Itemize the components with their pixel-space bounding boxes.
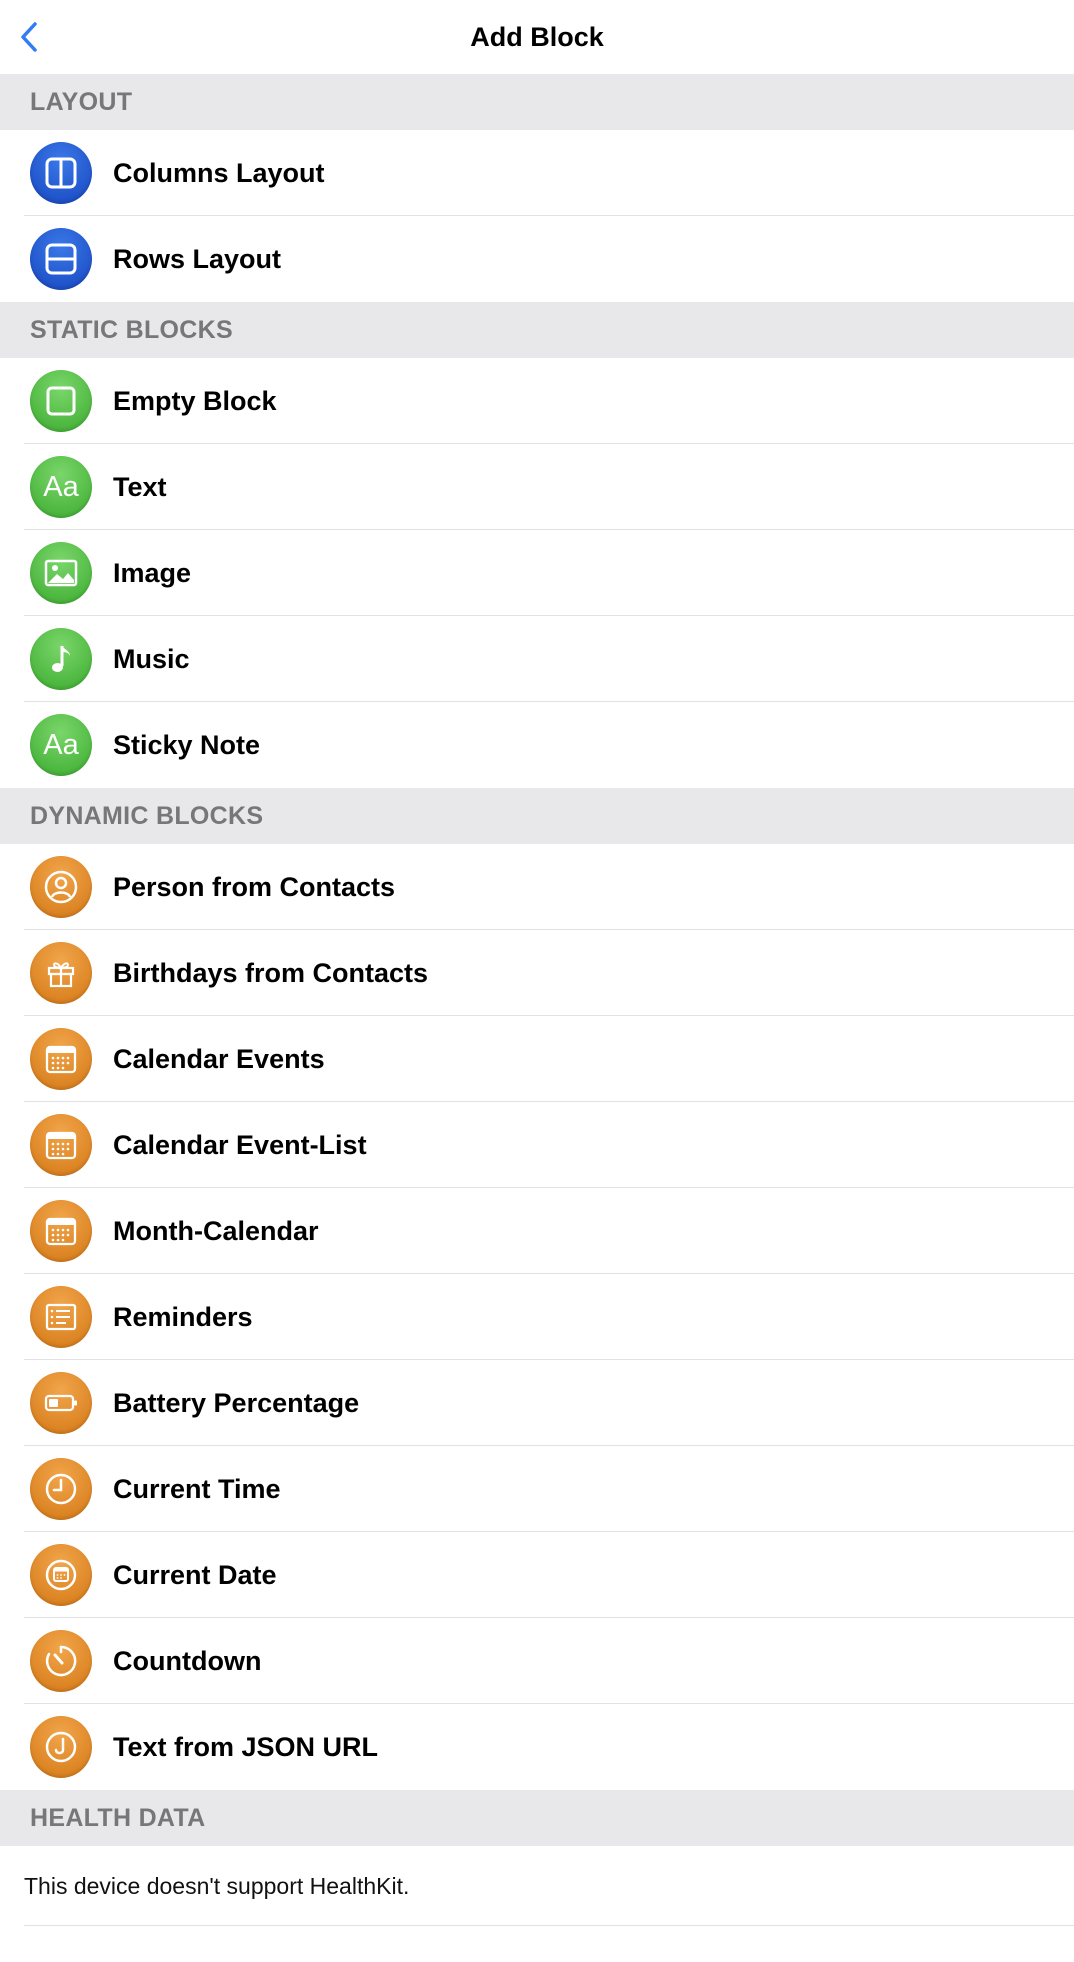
icon-glyph: Aa <box>43 728 79 761</box>
row-calendar-event-list[interactable]: Calendar Event-List <box>0 1102 1074 1188</box>
calendar-icon <box>30 1028 92 1090</box>
list-icon <box>30 1286 92 1348</box>
icon-glyph: Aa <box>43 470 79 503</box>
calendar-icon <box>30 1114 92 1176</box>
calendar-circle-icon <box>30 1544 92 1606</box>
row-label: Music <box>113 643 190 674</box>
row-label: Image <box>113 557 192 588</box>
section-header-layout: LAYOUT <box>0 74 1074 130</box>
row-current-date[interactable]: Current Date <box>0 1532 1074 1618</box>
row-label: Rows Layout <box>113 243 282 274</box>
timer-icon <box>30 1630 92 1692</box>
row-label: Empty Block <box>113 385 277 416</box>
person-circle-icon <box>30 856 92 918</box>
columns-layout-icon <box>30 142 92 204</box>
row-label: Reminders <box>113 1301 253 1332</box>
text-aa-icon: Aa <box>30 456 92 518</box>
section-header-dynamic-blocks: DYNAMIC BLOCKS <box>0 788 1074 844</box>
row-label: Text <box>113 471 167 502</box>
row-birthdays-from-contacts[interactable]: Birthdays from Contacts <box>0 930 1074 1016</box>
clock-icon <box>30 1458 92 1520</box>
row-person-from-contacts[interactable]: Person from Contacts <box>0 844 1074 930</box>
row-sticky-note[interactable]: Aa Sticky Note <box>0 702 1074 788</box>
row-label: Calendar Events <box>113 1043 325 1074</box>
calendar-icon <box>30 1200 92 1262</box>
row-label: Battery Percentage <box>113 1387 360 1418</box>
page-title: Add Block <box>470 21 604 52</box>
row-label: Calendar Event-List <box>113 1129 367 1160</box>
section-header-health-data: HEALTH DATA <box>0 1790 1074 1846</box>
row-label: Countdown <box>113 1645 262 1676</box>
row-label: Columns Layout <box>113 157 325 188</box>
battery-icon <box>30 1372 92 1434</box>
row-columns-layout[interactable]: Columns Layout <box>0 130 1074 216</box>
text-aa-icon: Aa <box>30 714 92 776</box>
nav-bar: Add Block <box>0 0 1074 74</box>
row-text-from-json-url[interactable]: Text from JSON URL <box>0 1704 1074 1790</box>
row-countdown[interactable]: Countdown <box>0 1618 1074 1704</box>
rows-layout-icon <box>30 228 92 290</box>
row-empty-block[interactable]: Empty Block <box>0 358 1074 444</box>
row-music[interactable]: Music <box>0 616 1074 702</box>
row-label: Sticky Note <box>113 729 261 760</box>
row-reminders[interactable]: Reminders <box>0 1274 1074 1360</box>
row-calendar-events[interactable]: Calendar Events <box>0 1016 1074 1102</box>
row-rows-layout[interactable]: Rows Layout <box>0 216 1074 302</box>
music-note-icon <box>30 628 92 690</box>
photo-icon <box>30 542 92 604</box>
healthkit-unsupported-note: This device doesn't support HealthKit. <box>0 1846 1074 1926</box>
row-label: Text from JSON URL <box>113 1731 379 1762</box>
row-label: Month-Calendar <box>113 1215 319 1246</box>
j-circle-icon <box>30 1716 92 1778</box>
row-current-time[interactable]: Current Time <box>0 1446 1074 1532</box>
empty-square-icon <box>30 370 92 432</box>
row-image[interactable]: Image <box>0 530 1074 616</box>
row-label: Current Date <box>113 1559 277 1590</box>
row-label: Person from Contacts <box>113 871 396 902</box>
row-month-calendar[interactable]: Month-Calendar <box>0 1188 1074 1274</box>
row-text[interactable]: Aa Text <box>0 444 1074 530</box>
row-label: Current Time <box>113 1473 281 1504</box>
gift-icon <box>30 942 92 1004</box>
row-battery-percentage[interactable]: Battery Percentage <box>0 1360 1074 1446</box>
row-label: Birthdays from Contacts <box>113 957 429 988</box>
section-header-static-blocks: STATIC BLOCKS <box>0 302 1074 358</box>
